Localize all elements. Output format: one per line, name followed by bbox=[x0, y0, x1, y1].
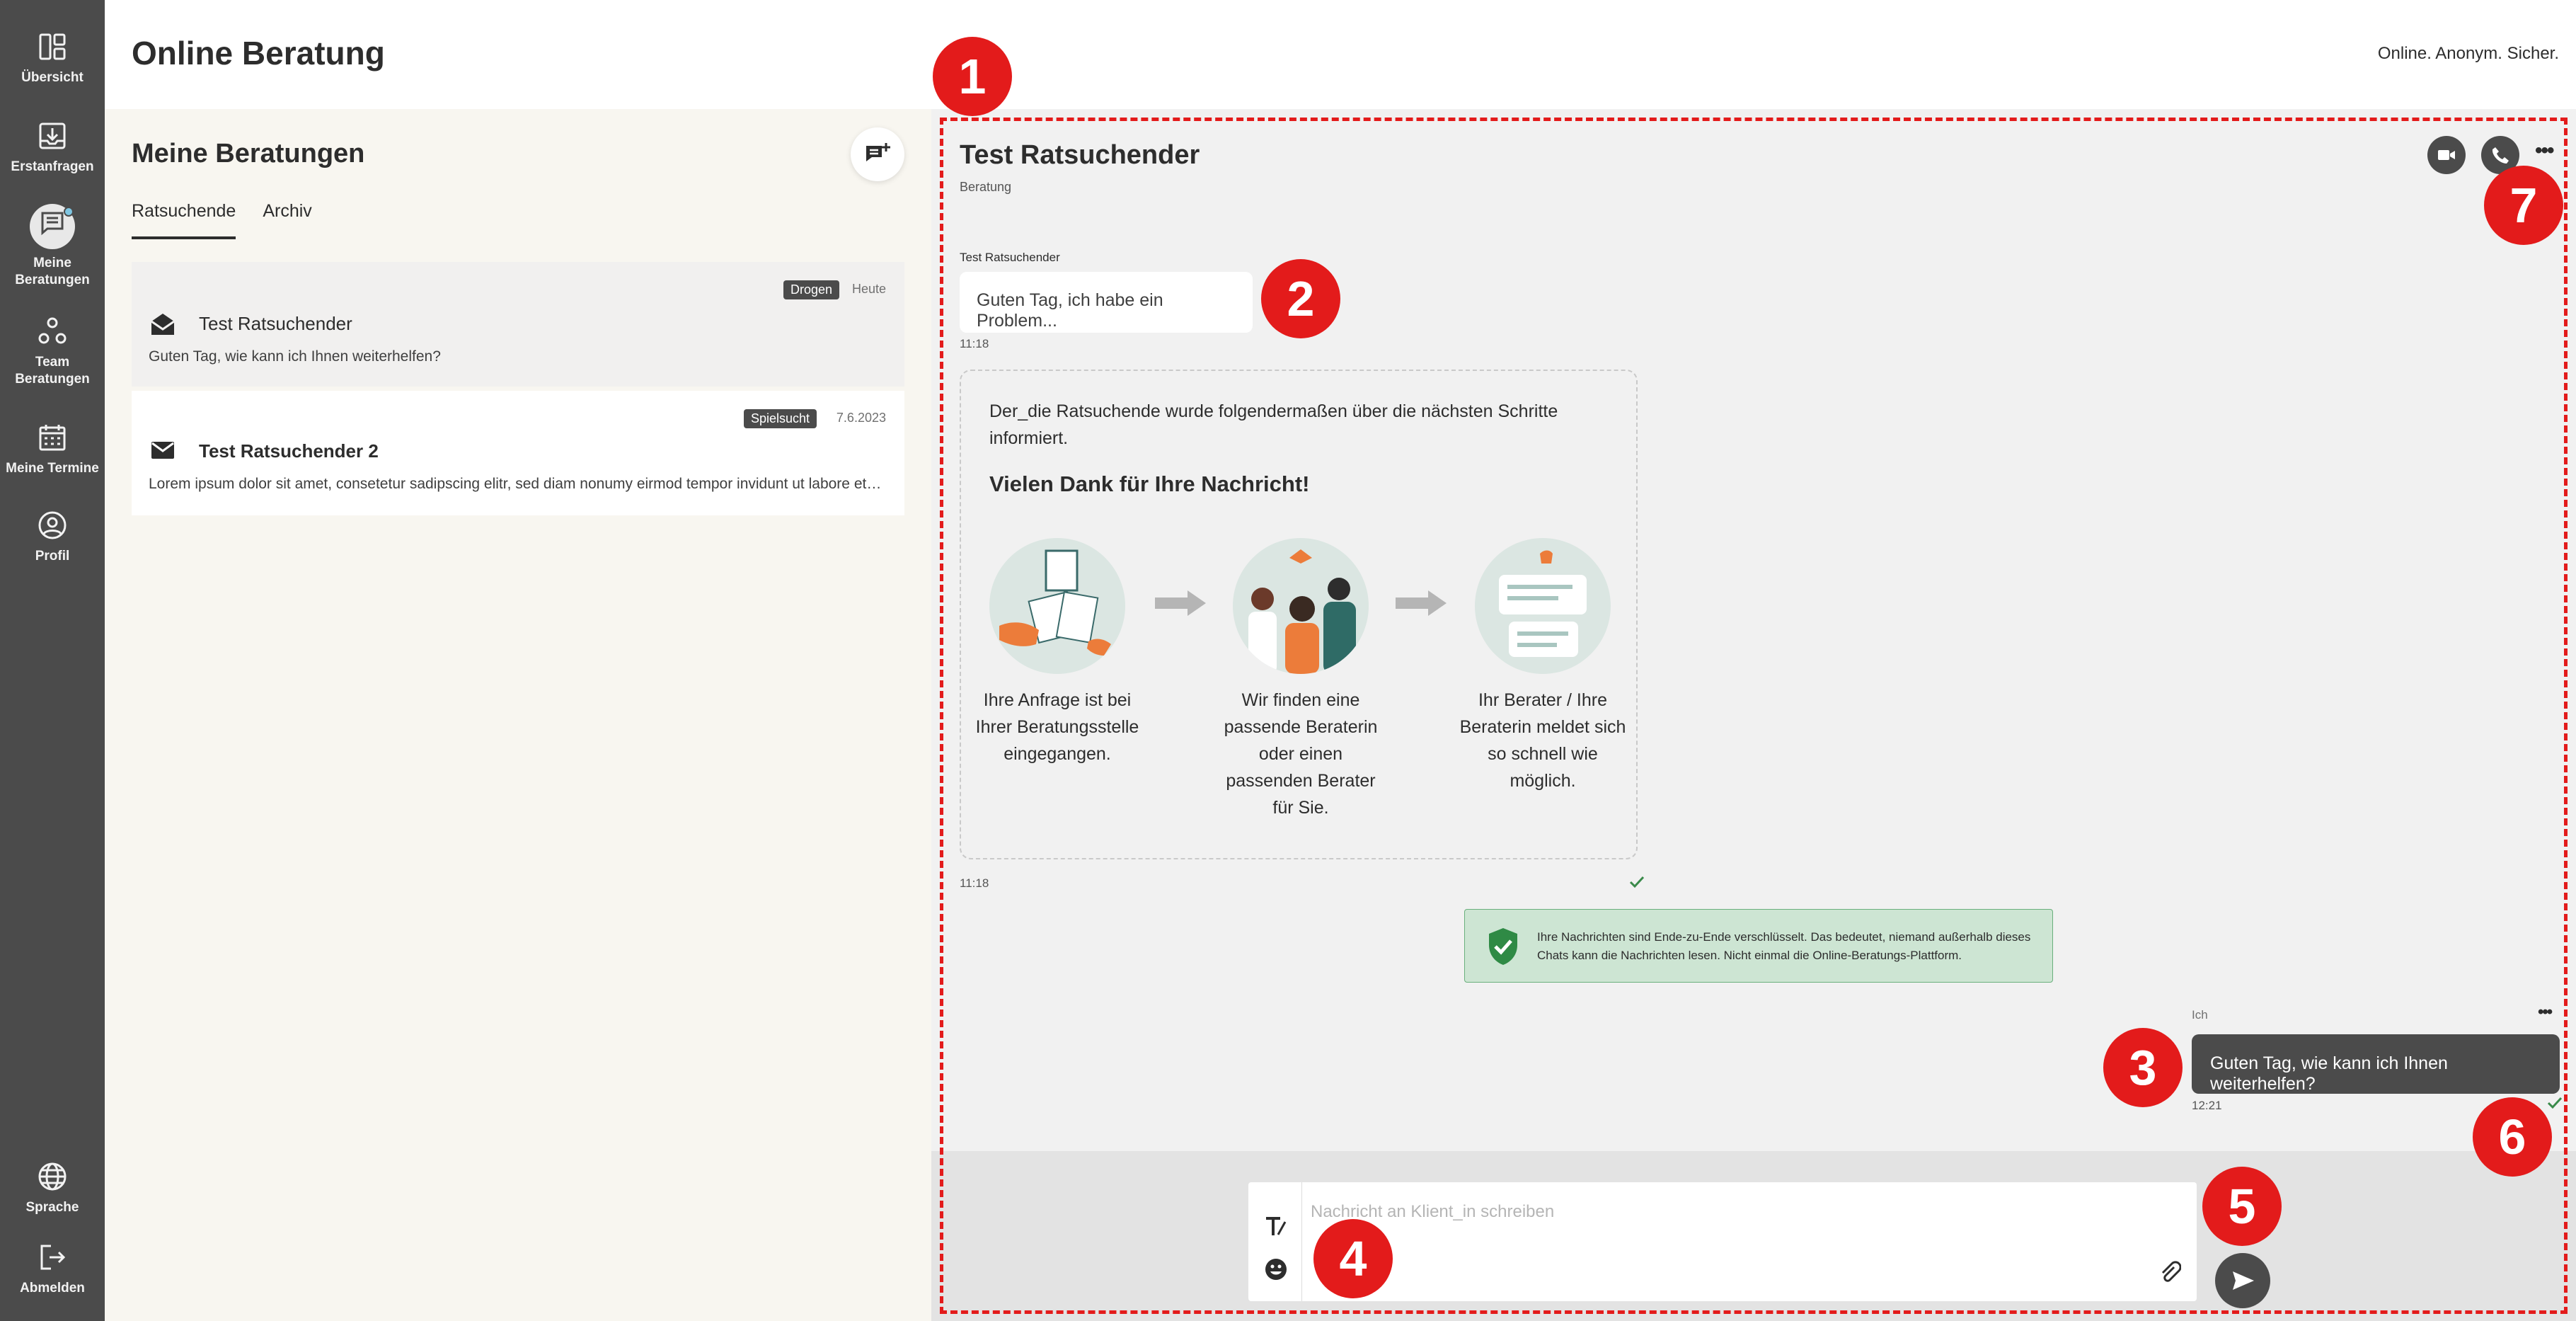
attachment-icon[interactable] bbox=[2157, 1260, 2181, 1284]
sent-check-icon bbox=[1629, 876, 1645, 888]
sidebar: Übersicht Erstanfragen Meine Beratungen … bbox=[0, 0, 105, 1321]
shield-check-icon bbox=[1489, 928, 1517, 965]
add-chat-icon bbox=[866, 143, 890, 161]
annotation-marker-2: 2 bbox=[1261, 259, 1340, 338]
new-chat-button[interactable] bbox=[851, 127, 904, 181]
step-text: Ihre Anfrage ist bei Ihrer Beratungsstel… bbox=[975, 690, 1139, 764]
info-intro: Der_die Ratsuchende wurde folgendermaßen… bbox=[989, 401, 1558, 448]
info-heading: Vielen Dank für Ihre Nachricht! bbox=[989, 471, 1310, 496]
session-preview: Guten Tag, wie kann ich Ihnen weiterhelf… bbox=[149, 348, 441, 365]
text-format-icon[interactable] bbox=[1264, 1215, 1288, 1239]
message-sender: Test Ratsuchender bbox=[960, 251, 1060, 264]
annotation-marker-4: 4 bbox=[1313, 1219, 1393, 1298]
nav-item-appointments[interactable]: Meine Termine bbox=[0, 422, 105, 477]
chat-title: Test Ratsuchender bbox=[960, 140, 1200, 170]
session-list-item[interactable]: Spielsucht 7.6.2023 Test Ratsuchender 2 … bbox=[132, 391, 904, 515]
globe-icon bbox=[38, 1162, 67, 1191]
incoming-message: Guten Tag, ich habe ein Problem... bbox=[960, 272, 1253, 333]
annotation-marker-6: 6 bbox=[2473, 1097, 2552, 1177]
annotation-marker-5: 5 bbox=[2202, 1167, 2282, 1246]
outgoing-message: Guten Tag, wie kann ich Ihnen weiterhelf… bbox=[2192, 1034, 2560, 1094]
read-check-icon bbox=[2547, 1097, 2563, 1109]
nav-label: Abmelden bbox=[20, 1281, 85, 1296]
message-composer bbox=[1248, 1182, 2197, 1301]
active-indicator bbox=[30, 204, 75, 249]
step-text: Ihr Berater / Ihre Beraterin meldet sich… bbox=[1459, 690, 1626, 791]
composer-tools bbox=[1248, 1182, 1302, 1301]
nav-item-overview[interactable]: Übersicht bbox=[0, 31, 105, 86]
nav-item-language[interactable]: Sprache bbox=[0, 1161, 105, 1216]
message-input[interactable] bbox=[1311, 1202, 2146, 1222]
list-title: Meine Beratungen bbox=[132, 139, 365, 168]
annotation-marker-3: 3 bbox=[2103, 1028, 2183, 1107]
tagline: Online. Anonym. Sicher. bbox=[2377, 44, 2559, 63]
composer-area bbox=[931, 1151, 2576, 1321]
encryption-notice-text: Ihre Nachrichten sind Ende-zu-Ende versc… bbox=[1537, 930, 2031, 962]
arrow-right-icon bbox=[1396, 590, 1447, 616]
message-time: 11:18 bbox=[960, 876, 989, 890]
chat-subtitle: Beratung bbox=[960, 180, 1012, 194]
inbox-download-icon bbox=[39, 122, 66, 149]
team-icon bbox=[38, 317, 67, 344]
session-name: Test Ratsuchender bbox=[199, 313, 352, 334]
user-icon bbox=[38, 511, 67, 539]
video-camera-icon bbox=[2438, 150, 2455, 160]
nav-label: Meine Beratungen bbox=[15, 256, 90, 287]
chat-bubble-icon bbox=[41, 212, 64, 236]
send-icon bbox=[2233, 1271, 2254, 1290]
logout-icon bbox=[40, 1245, 66, 1270]
step-illustration-team bbox=[1233, 538, 1369, 674]
video-call-button[interactable] bbox=[2427, 136, 2466, 174]
arrow-right-icon bbox=[1155, 590, 1206, 616]
envelope-open-icon bbox=[151, 314, 175, 335]
chat-pane: Test Ratsuchender Beratung ••• Test Rats… bbox=[931, 109, 2576, 1321]
encryption-notice: Ihre Nachrichten sind Ende-zu-Ende versc… bbox=[1464, 909, 2053, 983]
annotation-marker-1: 1 bbox=[933, 37, 1012, 116]
more-options-icon[interactable]: ••• bbox=[2535, 139, 2554, 163]
message-options-icon[interactable]: ••• bbox=[2538, 1002, 2553, 1022]
topic-badge: Spielsucht bbox=[743, 409, 817, 428]
nav-item-first-requests[interactable]: Erstanfragen bbox=[0, 120, 105, 176]
session-list-item[interactable]: Drogen Heute Test Ratsuchender Guten Tag… bbox=[132, 262, 904, 387]
session-date: Heute bbox=[851, 282, 886, 296]
nav-item-my-sessions[interactable]: Meine Beratungen bbox=[0, 204, 105, 289]
nav-item-team-sessions[interactable]: Team Beratungen bbox=[0, 316, 105, 388]
nav-label: Profil bbox=[35, 549, 70, 564]
step-illustration-request bbox=[989, 538, 1125, 674]
emoji-icon[interactable] bbox=[1264, 1257, 1288, 1281]
tab-ratsuchende[interactable]: Ratsuchende bbox=[132, 201, 236, 239]
info-card: Der_die Ratsuchende wurde folgendermaßen… bbox=[960, 370, 1638, 859]
unread-dot bbox=[64, 207, 74, 217]
nav-label: Erstanfragen bbox=[11, 159, 94, 174]
nav-item-logout[interactable]: Abmelden bbox=[0, 1242, 105, 1297]
session-date: 7.6.2023 bbox=[836, 411, 886, 425]
nav-label: Übersicht bbox=[21, 70, 84, 85]
session-list-pane: Meine Beratungen Ratsuchende Archiv Drog… bbox=[105, 109, 931, 1321]
app-title: Online Beratung bbox=[132, 35, 385, 72]
step-illustration-messages bbox=[1475, 538, 1611, 674]
topic-badge: Drogen bbox=[783, 280, 839, 299]
calendar-icon bbox=[39, 425, 66, 451]
nav-label: Sprache bbox=[25, 1200, 79, 1215]
dashboard-icon bbox=[39, 33, 66, 60]
envelope-icon bbox=[151, 442, 174, 459]
step-text: Wir finden eine passende Beraterin oder … bbox=[1224, 690, 1378, 818]
phone-icon bbox=[2492, 147, 2509, 164]
session-preview: Lorem ipsum dolor sit amet, consetetur s… bbox=[149, 476, 885, 492]
message-time: 11:18 bbox=[960, 337, 989, 350]
list-tabs: Ratsuchende Archiv bbox=[132, 201, 312, 239]
send-button[interactable] bbox=[2215, 1253, 2270, 1308]
nav-label: Team Beratungen bbox=[15, 355, 90, 387]
message-sender: Ich bbox=[2192, 1008, 2208, 1022]
nav-item-profile[interactable]: Profil bbox=[0, 510, 105, 565]
annotation-marker-7: 7 bbox=[2484, 166, 2563, 245]
nav-label: Meine Termine bbox=[6, 461, 99, 476]
header: Online Beratung Online. Anonym. Sicher. bbox=[105, 0, 2576, 109]
message-time: 12:21 bbox=[2192, 1099, 2222, 1112]
session-name: Test Ratsuchender 2 bbox=[199, 440, 379, 462]
tab-archiv[interactable]: Archiv bbox=[263, 201, 311, 239]
